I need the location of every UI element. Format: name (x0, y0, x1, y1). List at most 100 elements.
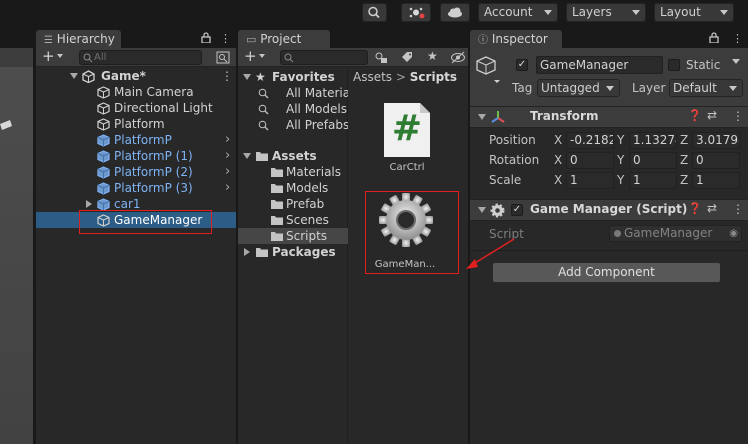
lock-icon[interactable] (201, 32, 211, 43)
collab-button[interactable] (401, 3, 431, 22)
layer-dropdown[interactable]: Default (669, 79, 743, 97)
kebab-menu-icon[interactable]: ⋮ (732, 202, 744, 216)
prefab-cube-icon (97, 182, 110, 195)
breadcrumb-root[interactable]: Assets (353, 70, 392, 84)
assets-folder-item[interactable]: Scenes (238, 212, 348, 228)
active-checkbox[interactable]: ✓ (516, 59, 528, 71)
chevron-right-icon[interactable]: › (225, 148, 230, 164)
object-name-field[interactable]: GameManager (536, 56, 663, 74)
hierarchy-item[interactable]: PlatformP (3) › (36, 180, 236, 196)
assets-folder-item[interactable]: Prefab (238, 196, 348, 212)
transform-title: Transform (530, 109, 599, 123)
transform-scale-z-field[interactable]: 1 (692, 172, 740, 189)
transform-header[interactable]: Transform ❓ ⇄ ⋮ (470, 106, 748, 128)
help-icon[interactable]: ❓ (688, 109, 702, 122)
project-search-input[interactable] (280, 50, 368, 65)
lock-icon[interactable] (709, 32, 719, 43)
hierarchy-item[interactable]: PlatformP (2) › (36, 164, 236, 180)
assets-folder-item[interactable]: Scripts (238, 228, 348, 244)
expand-arrow-icon[interactable] (70, 73, 78, 79)
scene-search-icon[interactable] (216, 51, 230, 64)
kebab-menu-icon[interactable]: ⋮ (220, 32, 231, 45)
add-button[interactable]: + (244, 47, 257, 65)
transform-rotation-z-field[interactable]: 0 (692, 152, 740, 169)
transform-position-x-field[interactable]: -0.2182 (566, 132, 614, 149)
assets-folder-item[interactable]: Models (238, 180, 348, 196)
transform-scale-y-field[interactable]: 1 (629, 172, 677, 189)
inspector-tabbar: ⓘ Inspector ⋮ (470, 28, 748, 48)
kebab-menu-icon[interactable]: ⋮ (732, 109, 744, 123)
chevron-down-icon (720, 10, 728, 15)
tab-hierarchy[interactable]: ☰ Hierarchy (36, 30, 121, 48)
transform-position-y-field[interactable]: 1.13274 (629, 132, 677, 149)
axis-y-label: Y (617, 153, 625, 167)
scene-view-strip[interactable] (0, 28, 33, 444)
kebab-menu-icon[interactable]: ⋮ (732, 32, 743, 45)
layers-dropdown[interactable]: Layers (566, 3, 646, 22)
hierarchy-item[interactable]: Main Camera (36, 84, 236, 100)
expand-arrow-icon[interactable] (244, 248, 250, 256)
breadcrumb-current[interactable]: Scripts (410, 70, 457, 84)
chevron-right-icon[interactable]: › (225, 164, 230, 180)
file-carctrl[interactable]: # CarCtrl (372, 103, 442, 183)
transform-scale-x-field[interactable]: 1 (566, 172, 614, 189)
chevron-down-icon[interactable] (57, 54, 63, 58)
presets-icon[interactable]: ⇄ (707, 201, 717, 215)
scene-toolbar-strip (0, 48, 33, 67)
gameobject-cube-icon[interactable] (475, 55, 501, 85)
assets-section[interactable]: Assets (238, 148, 348, 164)
component-enabled-checkbox[interactable]: ✓ (511, 204, 523, 216)
expand-arrow-icon[interactable] (86, 200, 92, 208)
transform-position-z-field[interactable]: 3.01798 (692, 132, 740, 149)
expand-arrow-icon[interactable] (243, 74, 251, 80)
add-component-button[interactable]: Add Component (492, 262, 721, 283)
hierarchy-item[interactable]: Platform (36, 116, 236, 132)
transform-position-label: Position (489, 133, 536, 147)
chevron-down-icon[interactable] (259, 54, 265, 58)
kebab-menu-icon[interactable]: ⋮ (221, 68, 233, 84)
hierarchy-item[interactable]: PlatformP › (36, 132, 236, 148)
layout-dropdown[interactable]: Layout (654, 3, 734, 22)
static-checkbox[interactable] (668, 59, 680, 71)
favorites-item[interactable]: All Models (238, 101, 348, 117)
file-name-carctrl: CarCtrl (389, 162, 425, 173)
transform-rotation-y-field[interactable]: 0 (629, 152, 677, 169)
packages-section[interactable]: Packages (238, 244, 348, 260)
csharp-script-icon: # (384, 103, 430, 157)
hierarchy-item-label: Main Camera (114, 85, 194, 99)
search-by-type-icon[interactable] (374, 51, 388, 64)
chevron-right-icon[interactable]: › (225, 180, 230, 196)
hierarchy-search-input[interactable]: All (79, 50, 202, 65)
layer-value: Default (673, 81, 717, 95)
account-dropdown[interactable]: Account (478, 3, 558, 22)
transform-rotation-x-field[interactable]: 0 (566, 152, 614, 169)
hidden-packages-icon[interactable] (450, 51, 466, 64)
presets-icon[interactable]: ⇄ (707, 108, 717, 122)
label-icon[interactable] (400, 51, 414, 64)
search-button[interactable] (362, 3, 387, 22)
expand-arrow-icon[interactable] (478, 207, 486, 213)
tab-project[interactable]: ▭ Project (238, 30, 330, 48)
add-button[interactable]: + (42, 47, 55, 65)
hierarchy-item[interactable]: Directional Light (36, 100, 236, 116)
layout-label: Layout (660, 5, 701, 19)
help-icon[interactable]: ❓ (688, 202, 702, 215)
favorites-item[interactable]: All Materia (238, 85, 348, 101)
breadcrumb-separator: > (395, 70, 406, 84)
favorites-section[interactable]: ★ Favorites (238, 69, 348, 85)
chevron-right-icon[interactable]: › (225, 132, 230, 148)
info-icon: ⓘ (478, 35, 488, 46)
script-component-header[interactable]: ✓ Game Manager (Script) ❓ ⇄ ⋮ (470, 199, 748, 221)
star-icon[interactable]: ★ (427, 49, 438, 63)
cloud-button[interactable] (440, 3, 470, 22)
favorites-item[interactable]: All Prefabs (238, 117, 348, 133)
tag-dropdown[interactable]: Untagged (537, 79, 620, 97)
expand-arrow-icon[interactable] (243, 153, 251, 159)
expand-arrow-icon[interactable] (478, 114, 486, 120)
assets-folder-item[interactable]: Materials (238, 164, 348, 180)
hierarchy-item[interactable]: PlatformP (1) › (36, 148, 236, 164)
scene-row[interactable]: Game* ⋮ (36, 68, 236, 84)
chevron-down-icon[interactable] (732, 59, 740, 64)
folder-icon (271, 168, 283, 177)
tab-inspector[interactable]: ⓘ Inspector (470, 30, 562, 48)
